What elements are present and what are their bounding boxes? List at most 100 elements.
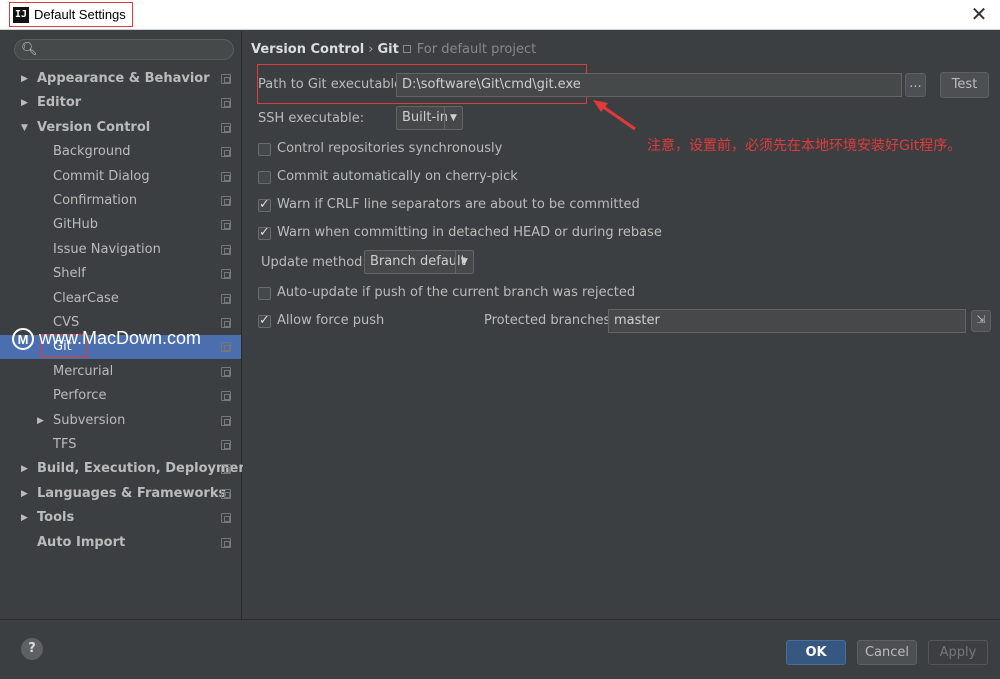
project-settings-icon <box>221 293 231 304</box>
sidebar-item-confirmation[interactable]: Confirmation <box>0 189 241 213</box>
annotation-note: 注意，设置前，必须先在本地环境安装好Git程序。 <box>647 138 962 154</box>
project-settings-icon <box>221 196 231 206</box>
sidebar-item-build-execution-deployment[interactable]: ▶ Build, Execution, Deployment <box>0 457 254 481</box>
dialog-footer: ? OK Cancel Apply <box>0 619 1000 679</box>
protected-branches-field[interactable]: master <box>608 309 966 333</box>
auto-update-checkbox[interactable] <box>258 287 271 300</box>
sidebar-item-editor[interactable]: ▶ Editor <box>0 91 241 115</box>
option-label: Control repositories synchronously <box>277 141 503 156</box>
chevron-right-icon[interactable]: ▶ <box>21 506 28 530</box>
project-settings-icon <box>221 464 231 475</box>
project-settings-icon <box>221 318 231 328</box>
sidebar-item-github[interactable]: GitHub <box>0 213 241 237</box>
project-settings-icon <box>221 244 231 255</box>
sidebar-item-tfs[interactable]: TFS <box>0 433 241 457</box>
sidebar-item-label: Subversion <box>53 412 126 428</box>
project-settings-icon <box>221 342 231 353</box>
apply-button[interactable]: Apply <box>928 640 988 665</box>
project-settings-icon <box>221 74 231 84</box>
expand-field-icon[interactable]: ⇲ <box>971 310 991 332</box>
project-settings-icon <box>221 171 231 182</box>
sidebar-item-label: Commit Dialog <box>53 168 150 184</box>
chevron-right-icon[interactable]: ▶ <box>21 91 28 115</box>
sidebar-item-auto-import[interactable]: Auto Import <box>0 531 241 555</box>
chevron-right-icon[interactable]: ▶ <box>37 409 44 433</box>
chevron-down-icon: ▼ <box>455 251 473 273</box>
git-settings-panel: Version Control › Git For default project P… <box>243 31 1000 619</box>
project-settings-icon <box>221 513 231 524</box>
sidebar-item-appearance-behavior[interactable]: ▶ Appearance & Behavior <box>0 67 241 91</box>
option-checkbox[interactable] <box>258 143 271 156</box>
project-settings-icon <box>221 488 231 499</box>
sidebar-item-label: Version Control <box>37 119 151 135</box>
watermark: Mwww.MacDown.com <box>12 328 201 352</box>
project-scope-icon <box>402 45 411 53</box>
project-settings-icon <box>221 269 231 280</box>
chevron-down-icon[interactable]: ▼ <box>21 116 28 140</box>
ssh-executable-select[interactable]: Built-in ▼ <box>396 106 463 130</box>
project-settings-icon <box>221 122 231 133</box>
auto-update-label: Auto-update if push of the current branc… <box>277 285 636 300</box>
ssh-executable-label: SSH executable: <box>258 111 365 126</box>
update-method-select[interactable]: Branch default ▼ <box>364 250 474 274</box>
protected-branches-label: Protected branches: <box>484 313 615 328</box>
sidebar-item-label: Mercurial <box>53 363 114 379</box>
sidebar-item-clearcase[interactable]: ClearCase <box>0 287 241 311</box>
project-settings-icon <box>221 440 231 450</box>
allow-force-push-label: Allow force push <box>277 313 385 328</box>
option-label: Commit automatically on cherry-pick <box>277 169 518 184</box>
git-path-field[interactable]: D:\software\Git\cmd\git.exe <box>396 73 902 97</box>
sidebar-item-label: Confirmation <box>53 193 138 208</box>
search-input[interactable]: 🔍︎ <box>14 39 234 60</box>
browse-button[interactable]: ... <box>905 73 926 97</box>
option-label: Warn if CRLF line separators are about t… <box>277 197 640 212</box>
sidebar-item-label: GitHub <box>53 217 99 233</box>
sidebar-item-shelf[interactable]: Shelf <box>0 262 241 286</box>
help-button[interactable]: ? <box>21 638 43 660</box>
sidebar-item-tools[interactable]: ▶ Tools <box>0 506 241 530</box>
project-settings-icon <box>221 147 231 158</box>
sidebar-item-mercurial[interactable]: Mercurial <box>0 360 241 384</box>
sidebar-item-subversion[interactable]: ▶ Subversion <box>0 409 241 433</box>
sidebar-item-label: Auto Import <box>37 534 126 550</box>
project-settings-icon <box>221 391 231 402</box>
update-method-value: Branch default <box>370 254 466 269</box>
sidebar-item-label: Background <box>53 144 131 160</box>
annotation-arrow-icon <box>593 100 636 131</box>
sidebar-item-label: Tools <box>37 510 75 526</box>
project-settings-icon <box>221 220 231 231</box>
chevron-down-icon: ▼ <box>444 107 462 129</box>
sidebar-item-issue-navigation[interactable]: Issue Navigation <box>0 238 241 262</box>
sidebar-item-perforce[interactable]: Perforce <box>0 384 241 408</box>
project-settings-icon <box>221 366 231 377</box>
chevron-right-icon[interactable]: ▶ <box>21 457 28 481</box>
chevron-right-icon[interactable]: ▶ <box>21 482 28 506</box>
option-checkbox[interactable] <box>258 197 271 212</box>
chevron-right-icon[interactable]: ▶ <box>21 67 28 91</box>
cancel-button[interactable]: Cancel <box>857 640 917 665</box>
sidebar-item-version-control[interactable]: ▼ Version Control <box>0 116 241 140</box>
sidebar-item-label: Issue Navigation <box>53 241 161 257</box>
allow-force-push-checkbox[interactable] <box>258 313 271 328</box>
close-icon[interactable]: ✕ <box>967 3 991 27</box>
update-method-label: Update method: <box>261 255 367 270</box>
breadcrumb-parent: Version Control <box>251 42 365 57</box>
sidebar-item-label: Editor <box>37 95 82 111</box>
sidebar-item-label: ClearCase <box>53 290 119 306</box>
option-checkbox[interactable] <box>258 225 271 240</box>
breadcrumb-separator: › <box>368 42 374 57</box>
project-settings-icon <box>221 415 231 426</box>
title-highlight-box <box>9 2 133 27</box>
ok-button[interactable]: OK <box>786 640 846 665</box>
search-icon: 🔍︎ <box>21 42 38 57</box>
git-path-label: Path to Git executable: <box>258 77 407 92</box>
sidebar-item-label: Perforce <box>53 388 107 404</box>
test-button[interactable]: Test <box>940 72 989 98</box>
watermark-logo-icon: M <box>12 328 34 351</box>
sidebar-item-commit-dialog[interactable]: Commit Dialog <box>0 165 241 189</box>
sidebar-item-languages-frameworks[interactable]: ▶ Languages & Frameworks <box>0 482 241 506</box>
project-settings-icon <box>221 98 231 109</box>
sidebar-item-background[interactable]: Background <box>0 140 241 164</box>
sidebar-item-label: Appearance & Behavior <box>37 71 210 86</box>
option-checkbox[interactable] <box>258 171 271 184</box>
